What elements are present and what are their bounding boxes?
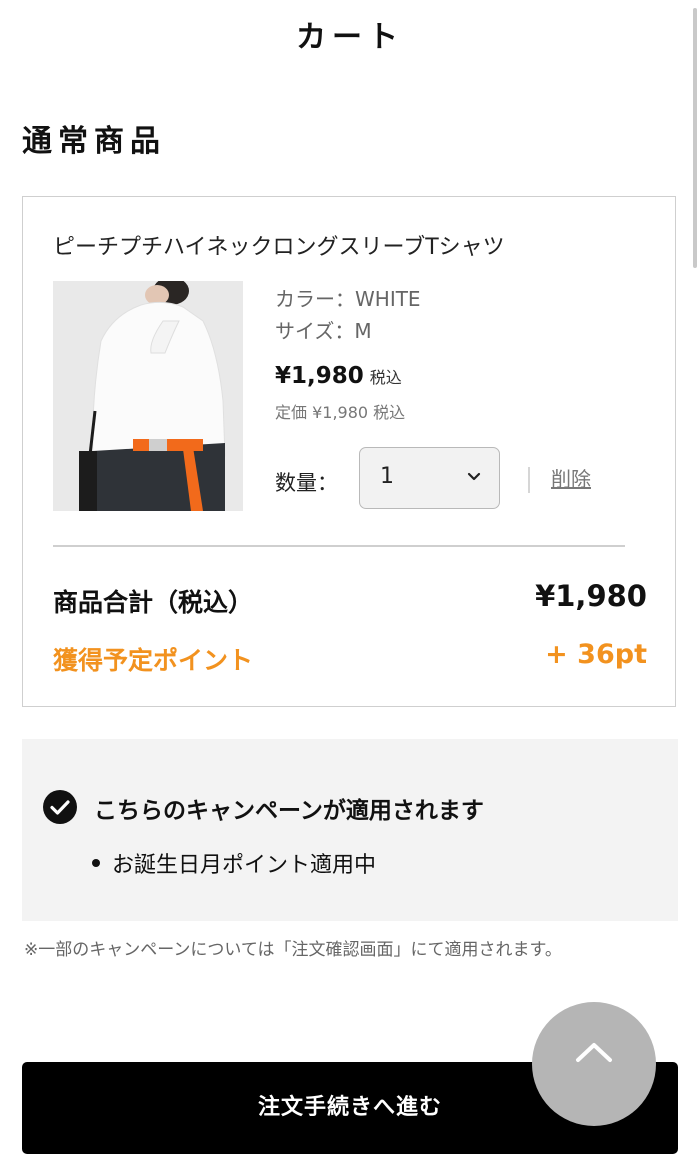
section-heading: 通常商品 [22,124,166,159]
scrollbar[interactable] [693,8,697,268]
campaign-item: お誕生日月ポイント適用中 [112,853,377,878]
points-value: + 36pt [545,639,647,670]
bullet [92,859,100,867]
chevron-up-icon [576,1043,612,1062]
campaign-note: ※一部のキャンペーンについては「注文確認画面」にて適用されます。 [24,940,562,960]
scroll-to-top-button[interactable] [532,1002,656,1126]
cart-page: カート 通常商品 ピーチプチハイネックロングスリーブTシャツ カラー：WHITE… [0,0,700,1158]
quantity-label: 数量： [275,471,338,495]
page-title: カート [296,20,404,55]
divider [528,467,530,493]
chevron-down-icon [467,472,481,481]
price-tax-note: 税込 [369,368,402,387]
quantity-select[interactable]: 1 [359,447,500,509]
product-image[interactable] [53,281,243,511]
campaign-title: こちらのキャンペーンが適用されます [94,798,484,824]
product-color: カラー：WHITE [275,287,421,311]
price-row: ¥1,980 税込 [275,363,402,389]
check-circle-icon [43,790,77,824]
product-name[interactable]: ピーチプチハイネックロングスリーブTシャツ [53,229,505,261]
product-photo-icon [53,281,243,511]
delete-link[interactable]: 削除 [551,463,591,492]
points-label: 獲得予定ポイント [53,646,254,675]
list-price: 定価 ¥1,980 税込 [275,403,406,422]
product-size: サイズ：M [275,319,372,343]
subtotal-label: 商品合計（税込） [53,588,254,617]
product-price: ¥1,980 [275,363,364,389]
campaign-box: こちらのキャンペーンが適用されます お誕生日月ポイント適用中 [22,739,678,921]
subtotal-value: ¥1,980 [535,579,647,613]
quantity-value: 1 [380,464,394,489]
divider [53,545,625,547]
cart-item-card: ピーチプチハイネックロングスリーブTシャツ カラー：WHITE サイズ：M ¥1… [22,196,676,707]
